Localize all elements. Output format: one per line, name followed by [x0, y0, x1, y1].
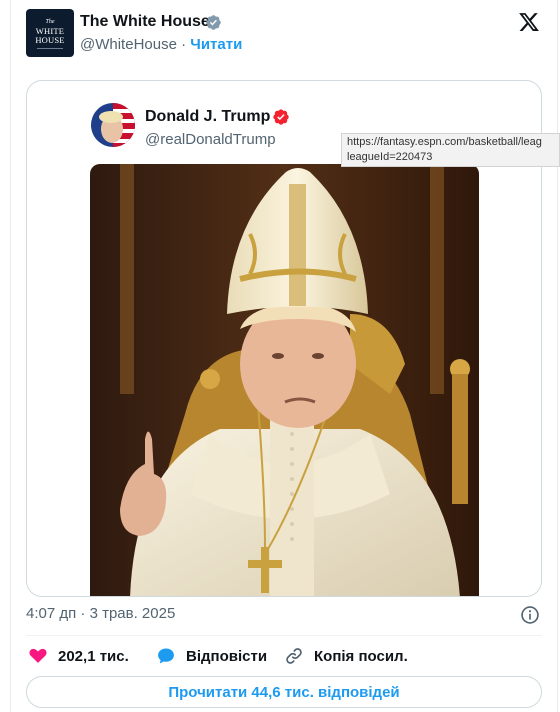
quoted-image[interactable] — [90, 164, 479, 596]
author-handle[interactable]: @WhiteHouse — [80, 36, 177, 53]
link-icon — [286, 648, 302, 664]
verified-red-badge-icon — [273, 109, 289, 125]
follow-button[interactable]: Читати — [190, 36, 242, 53]
reply-button[interactable]: Відповісти — [156, 644, 267, 668]
handle-separator: · — [181, 36, 187, 53]
like-count: 202,1 тис. — [58, 647, 129, 665]
divider — [26, 635, 542, 636]
pope-portrait-icon — [90, 164, 479, 596]
like-button[interactable]: 202,1 тис. — [28, 644, 129, 668]
white-house-avatar[interactable]: The WHITE HOUSE — [26, 9, 74, 57]
quoted-author-handle[interactable]: @realDonaldTrump — [145, 131, 276, 148]
link-tooltip: https://fantasy.espn.com/basketball/leag… — [341, 133, 560, 167]
reply-bubble-icon — [158, 648, 174, 664]
tweet-timestamp[interactable]: 4:07 дп · 3 трав. 2025 — [26, 605, 175, 622]
tweet-header: The WHITE HOUSE The White House @WhiteHo… — [26, 9, 546, 59]
info-icon[interactable] — [520, 605, 540, 625]
heart-icon — [29, 648, 47, 663]
verified-gray-badge-icon — [206, 15, 221, 30]
copy-link-button[interactable]: Копія посил. — [284, 644, 408, 668]
author-name[interactable]: The White House — [80, 13, 210, 31]
reply-label: Відповісти — [186, 647, 268, 665]
avatar-rule — [37, 47, 63, 49]
tooltip-line-2: leagueId=220473 — [347, 151, 433, 163]
avatar-line-3: HOUSE — [35, 34, 65, 45]
quoted-avatar-image — [91, 103, 135, 147]
x-logo-icon[interactable] — [518, 11, 540, 33]
quoted-avatar[interactable] — [91, 103, 135, 147]
read-replies-button[interactable]: Прочитати 44,6 тис. відповідей — [26, 676, 542, 708]
quoted-author-name[interactable]: Donald J. Trump — [145, 108, 270, 126]
copy-link-label: Копія посил. — [314, 647, 408, 665]
tooltip-line-1: https://fantasy.espn.com/basketball/leag — [347, 136, 542, 148]
tweet-actions: 202,1 тис. Відповісти Копія посил. — [26, 644, 542, 668]
author-handle-row: @WhiteHouse · Читати — [80, 36, 242, 53]
